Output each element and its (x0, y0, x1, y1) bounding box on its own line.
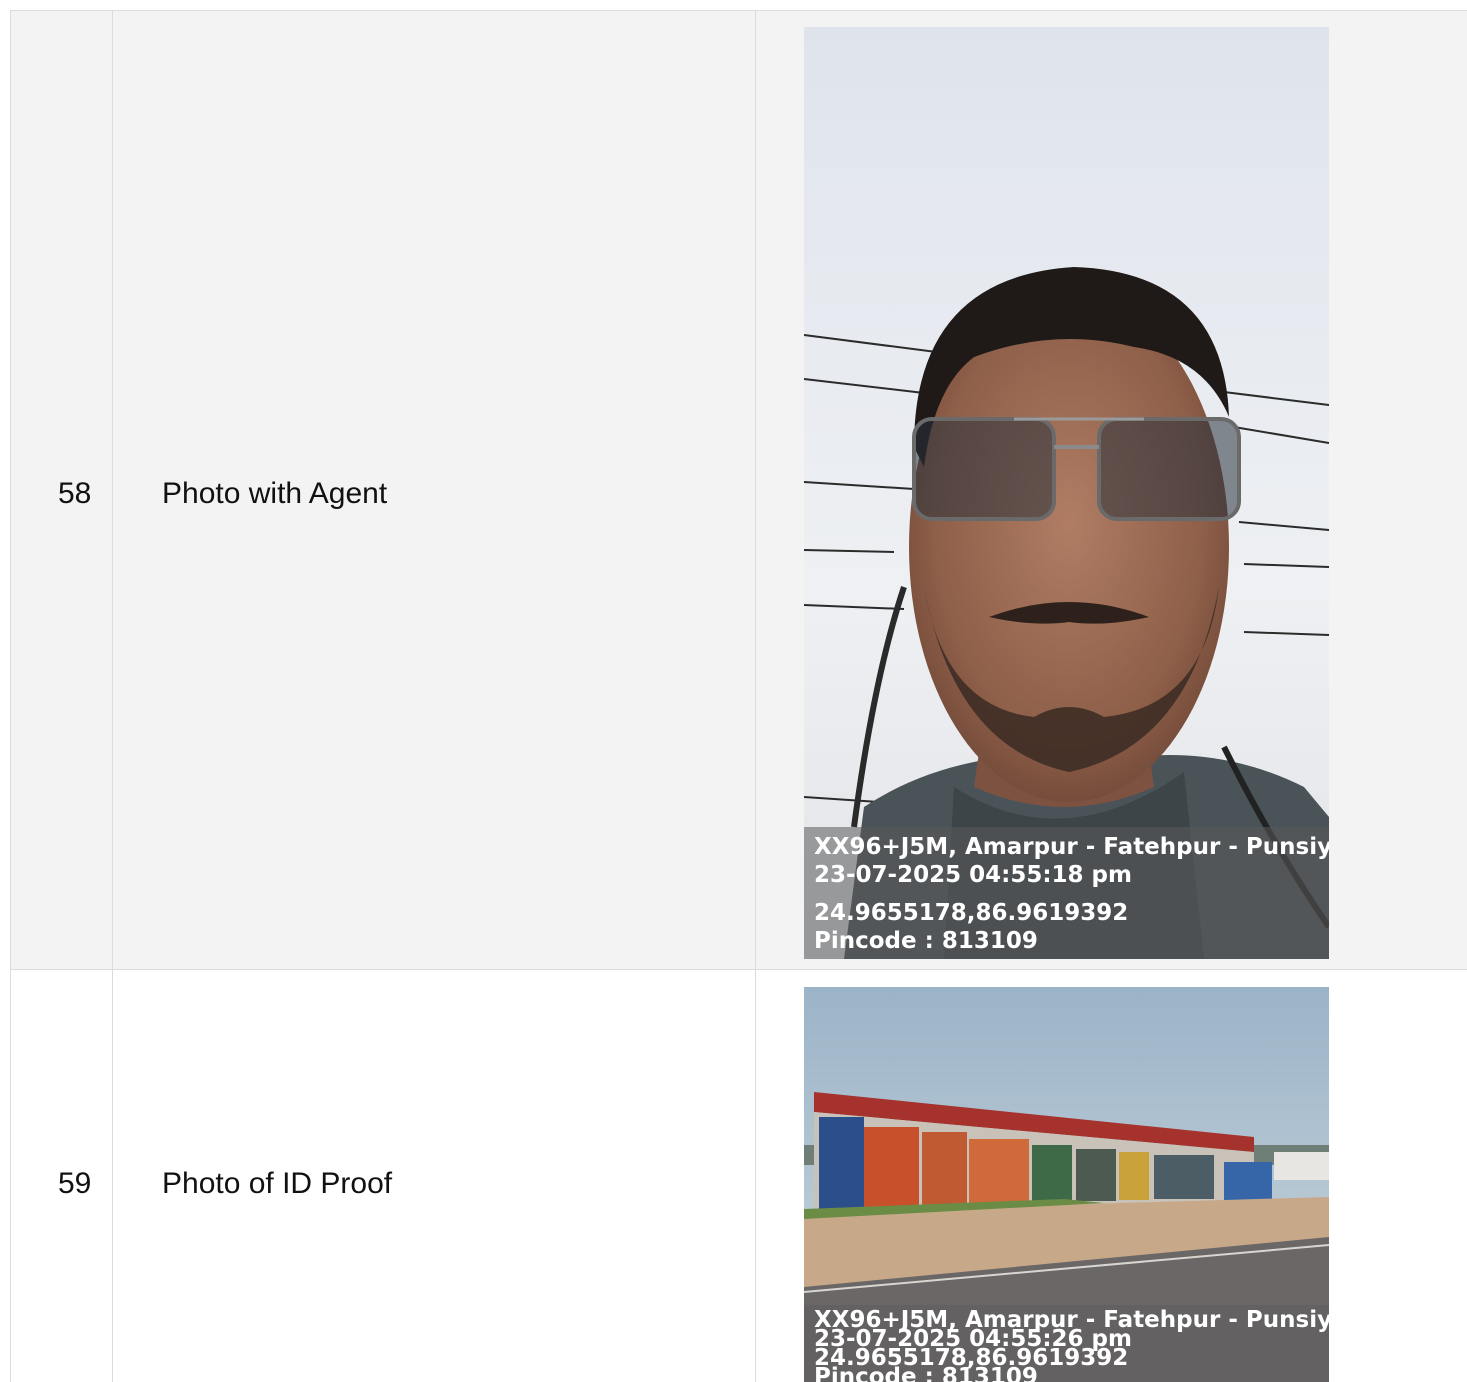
row-number: 59 (58, 1167, 92, 1200)
stamp-pincode: Pincode : 813109 (814, 928, 1038, 954)
id-proof-photo[interactable]: XX96+J5M, Amarpur - Fatehpur - Punsiya 2… (804, 987, 1329, 1382)
row-label-cell: Photo with Agent (113, 11, 756, 969)
row-photo-cell: XX96+J5M, Amarpur - Fatehpur - Punsiy 23… (756, 11, 1467, 969)
table-row: 58 Photo with Agent XX96+J5M, Amarpur - … (11, 11, 1467, 970)
row-photo-cell: XX96+J5M, Amarpur - Fatehpur - Punsiya 2… (756, 970, 1467, 1382)
agent-selfie-photo[interactable]: XX96+J5M, Amarpur - Fatehpur - Punsiy 23… (804, 27, 1329, 959)
stamp-coordinates: 24.9655178,86.9619392 (814, 900, 1129, 926)
geo-stamp: XX96+J5M, Amarpur - Fatehpur - Punsiya 2… (804, 1305, 1329, 1382)
stamp-datetime: 23-07-2025 04:55:18 pm (814, 862, 1132, 888)
table-row: 59 Photo of ID Proof XX96+J5M, Amarpur -… (11, 970, 1467, 1382)
photo-table: 58 Photo with Agent XX96+J5M, Amarpur - … (10, 10, 1467, 1382)
row-label: Photo with Agent (162, 477, 388, 510)
row-number: 58 (58, 477, 92, 510)
selfie-image (804, 27, 1329, 959)
row-label-cell: Photo of ID Proof (113, 970, 756, 1382)
row-number-cell: 59 (11, 970, 113, 1382)
row-label: Photo of ID Proof (162, 1167, 393, 1200)
geo-stamp: XX96+J5M, Amarpur - Fatehpur - Punsiy 23… (804, 827, 1329, 959)
stamp-address: XX96+J5M, Amarpur - Fatehpur - Punsiy (814, 834, 1329, 860)
row-number-cell: 58 (11, 11, 113, 969)
